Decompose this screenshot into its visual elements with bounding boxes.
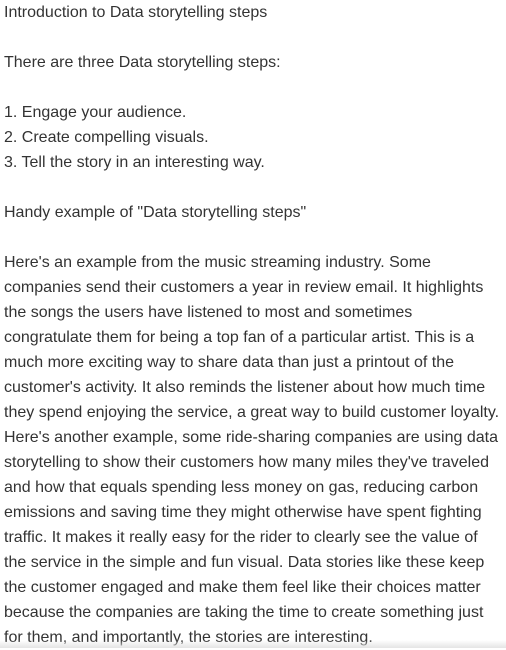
paragraph-line: storytelling to show their customers how…: [4, 454, 490, 471]
paragraph-line: the songs the users have listened to mos…: [4, 304, 413, 321]
paragraph-line: the service in the simple and fun visual…: [4, 554, 485, 571]
step-item: 2. Create compelling visuals.: [4, 129, 209, 146]
paragraph-line: they spend enjoying the service, a great…: [4, 404, 500, 421]
intro-text: There are three Data storytelling steps:: [4, 54, 281, 71]
paragraph-line: customer's activity. It also reminds the…: [4, 379, 486, 396]
paragraph-line: and how that equals spending less money …: [4, 479, 479, 496]
paragraph-line: Here's another example, some ride-sharin…: [4, 429, 498, 446]
example-paragraph: Here's an example from the music streami…: [4, 250, 504, 650]
paragraph-line: Here's an example from the music streami…: [4, 254, 431, 271]
paragraph-line: emissions and saving time they might oth…: [4, 504, 482, 521]
paragraph-line: because the companies are taking the tim…: [4, 604, 484, 621]
example-heading: Handy example of "Data storytelling step…: [4, 204, 307, 221]
document-heading: Introduction to Data storytelling steps: [4, 4, 268, 21]
paragraph-line: traffic. It makes it really easy for the…: [4, 529, 478, 546]
paragraph-line: much more exciting way to share data tha…: [4, 354, 455, 371]
paragraph-line: companies send their customers a year in…: [4, 279, 484, 296]
document-body: Introduction to Data storytelling steps …: [4, 0, 504, 650]
paragraph-line: the customer engaged and make them feel …: [4, 579, 481, 596]
bottom-shadow: [0, 640, 506, 648]
step-item: 3. Tell the story in an interesting way.: [4, 154, 265, 171]
steps-list: 1. Engage your audience. 2. Create compe…: [4, 100, 504, 175]
step-item: 1. Engage your audience.: [4, 104, 187, 121]
paragraph-line: congratulate them for being a top fan of…: [4, 329, 475, 346]
